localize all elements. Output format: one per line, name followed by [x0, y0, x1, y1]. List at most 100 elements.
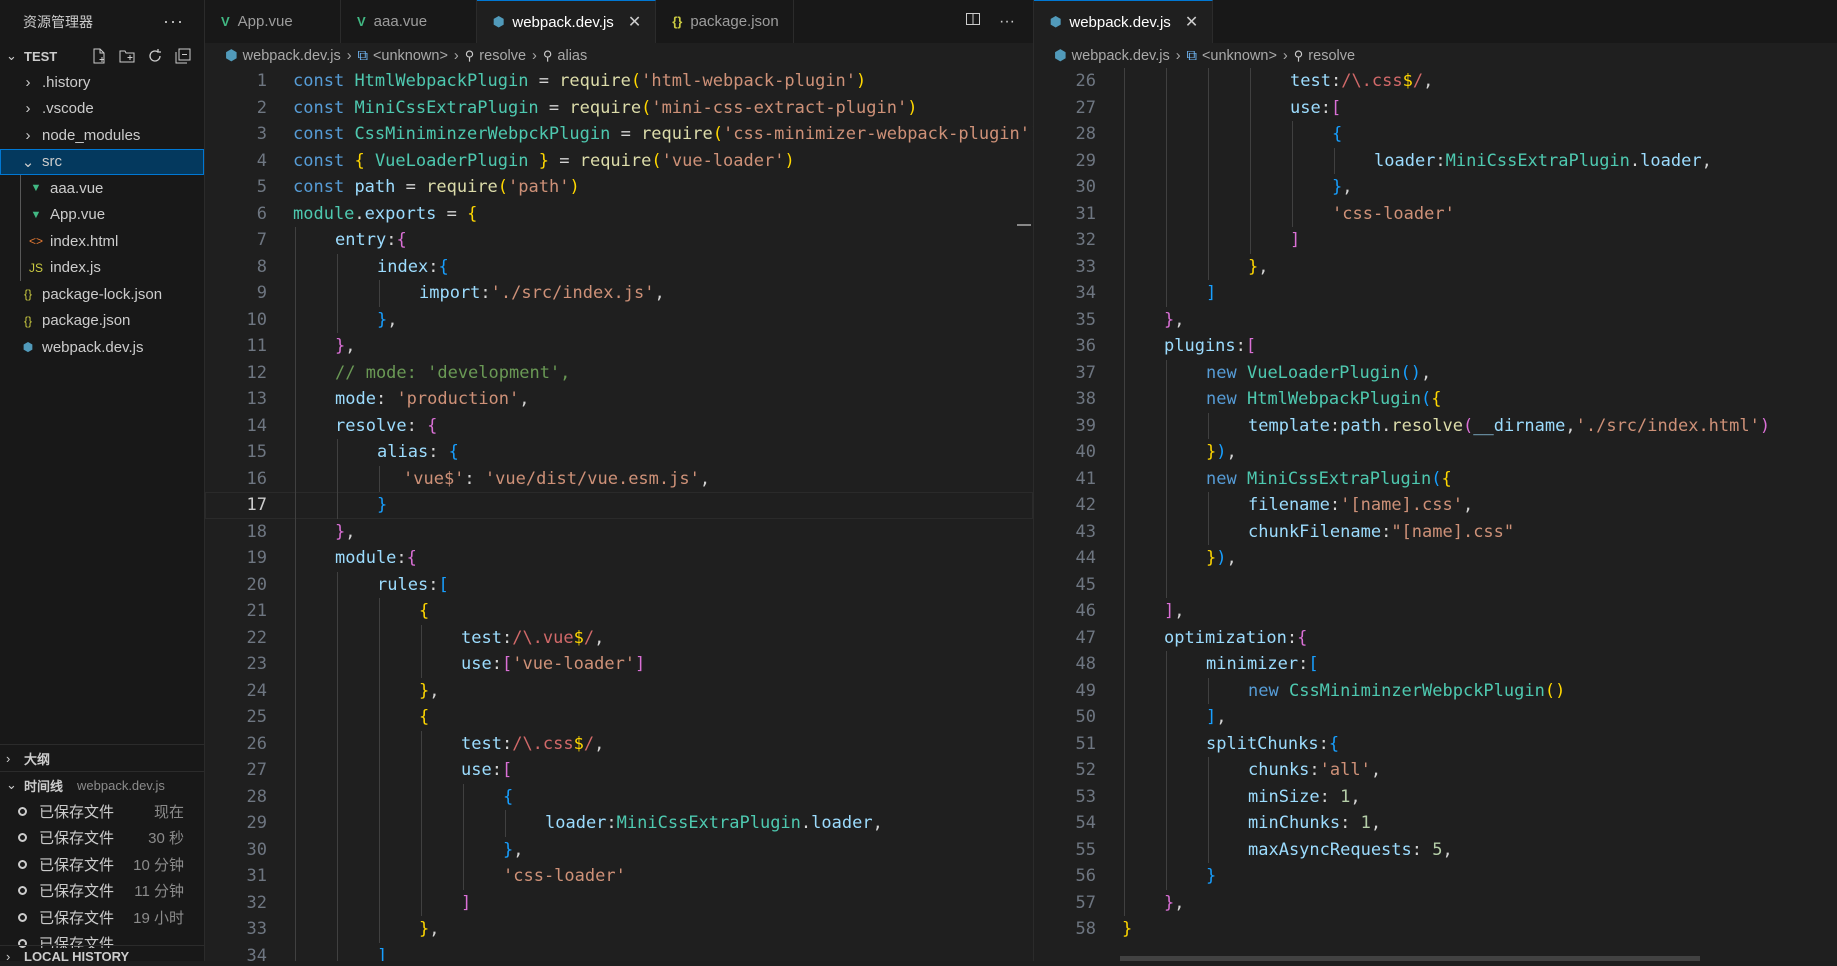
timeline-entry[interactable]: 已保存文件 11 分钟 — [0, 878, 204, 905]
code-line[interactable]: 31 'css-loader' — [205, 863, 1033, 890]
code-line[interactable]: 16 'vue$': 'vue/dist/vue.esm.js', — [205, 465, 1033, 492]
code-line[interactable]: 30}, — [205, 836, 1033, 863]
close-icon[interactable]: ✕ — [628, 12, 641, 32]
code-line[interactable]: 55 maxAsyncRequests: 5, — [1034, 836, 1837, 863]
code-line[interactable]: 1 const HtmlWebpackPlugin = require('html… — [205, 68, 1033, 95]
code-line[interactable]: 8 index:{ — [205, 253, 1033, 280]
code-line[interactable]: 10}, — [205, 306, 1033, 333]
timeline-section-header[interactable]: ⌄ 时间线 webpack.dev.js — [0, 772, 204, 798]
tree-item-package-lock-json[interactable]: {} package-lock.json — [0, 281, 204, 308]
code-line[interactable]: 33}, — [1034, 253, 1837, 280]
code-line[interactable]: 40}), — [1034, 439, 1837, 466]
code-line[interactable]: 56} — [1034, 863, 1837, 890]
more-actions-icon[interactable]: ··· — [163, 11, 184, 32]
code-line[interactable]: 18}, — [205, 518, 1033, 545]
code-line[interactable]: 26 test:/\.css$/, — [1034, 68, 1837, 95]
code-line[interactable]: 35}, — [1034, 306, 1837, 333]
tab-webpack-dev-js[interactable]: ⬢ webpack.dev.js ✕ — [1034, 0, 1214, 43]
code-line[interactable]: 38 new HtmlWebpackPlugin({ — [1034, 386, 1837, 413]
code-line[interactable]: 34] — [1034, 280, 1837, 307]
timeline-entry[interactable]: 已保存文件 30 秒 — [0, 825, 204, 852]
code-line[interactable]: 54 minChunks: 1, — [1034, 810, 1837, 837]
code-line[interactable]: 27 use:[ — [1034, 94, 1837, 121]
code-line[interactable]: 7 entry:{ — [205, 227, 1033, 254]
code-line[interactable]: 30}, — [1034, 174, 1837, 201]
breadcrumb-item[interactable]: ⚲ alias — [543, 48, 587, 64]
timeline-entry[interactable]: 已保存文件 10 分钟 — [0, 851, 204, 878]
workspace-header[interactable]: ⌄ TEST — [0, 43, 204, 69]
tree-item-src[interactable]: ⌄ src — [0, 148, 204, 175]
code-line[interactable]: 52 chunks:'all', — [1034, 757, 1837, 784]
breadcrumb-item[interactable]: ⚲ resolve — [1294, 48, 1355, 64]
code-line[interactable]: 39 template:path.resolve(__dirname,'./src… — [1034, 412, 1837, 439]
breadcrumb-item[interactable]: ⚲ resolve — [465, 48, 526, 64]
refresh-icon[interactable] — [146, 47, 164, 65]
breadcrumb-item[interactable]: ⧉ <unknown> — [1187, 48, 1277, 64]
code-line[interactable]: 19 module:{ — [205, 545, 1033, 572]
timeline-entry[interactable]: 已保存文件 现在 — [0, 798, 204, 825]
code-line[interactable]: 33}, — [205, 916, 1033, 943]
code-line[interactable]: 34] — [205, 942, 1033, 961]
code-line[interactable]: 28 { — [205, 783, 1033, 810]
tree-item-node-modules[interactable]: › node_modules — [0, 122, 204, 149]
code-line[interactable]: 5 const path = require('path') — [205, 174, 1033, 201]
tree-item-index-js[interactable]: JS index.js — [0, 254, 204, 281]
code-line[interactable]: 22 test:/\.vue$/, — [205, 624, 1033, 651]
tree-item-vscode[interactable]: › .vscode — [0, 96, 204, 123]
code-line[interactable]: 37 new VueLoaderPlugin(), — [1034, 359, 1837, 386]
code-line[interactable]: 20 rules:[ — [205, 571, 1033, 598]
code-line[interactable]: 15 alias: { — [205, 439, 1033, 466]
breadcrumb-item[interactable]: ⧉ <unknown> — [358, 48, 448, 64]
local-history-header[interactable]: › LOCAL HISTORY — [0, 946, 204, 966]
code-line[interactable]: 27 use:[ — [205, 757, 1033, 784]
code-line[interactable]: 36 plugins:[ — [1034, 333, 1837, 360]
tab-app-vue[interactable]: V App.vue — [205, 0, 341, 43]
code-line[interactable]: 28 { — [1034, 121, 1837, 148]
code-line[interactable]: 41 new MiniCssExtraPlugin({ — [1034, 465, 1837, 492]
breadcrumb-item[interactable]: ⬢ webpack.dev.js — [1054, 48, 1170, 64]
tree-item-webpack-dev-js[interactable]: ⬢ webpack.dev.js — [0, 334, 204, 361]
tree-item-index-html[interactable]: <> index.html — [0, 228, 204, 255]
code-line[interactable]: 25 { — [205, 704, 1033, 731]
code-line[interactable]: 49 new CssMiniminzerWebpckPlugin() — [1034, 677, 1837, 704]
code-line[interactable]: 42 filename:'[name].css', — [1034, 492, 1837, 519]
split-editor-icon[interactable] — [965, 11, 981, 32]
code-line[interactable]: 32] — [1034, 227, 1837, 254]
new-file-icon[interactable] — [90, 47, 108, 65]
code-line[interactable]: 50], — [1034, 704, 1837, 731]
code-line[interactable]: 43 chunkFilename:"[name].css" — [1034, 518, 1837, 545]
outline-section-header[interactable]: › 大纲 — [0, 745, 204, 771]
code-line[interactable]: 23 use:['vue-loader'] — [205, 651, 1033, 678]
breadcrumb-item[interactable]: ⬢ webpack.dev.js — [225, 48, 341, 64]
code-line[interactable]: 3 const CssMiniminzerWebpckPlugin = requi… — [205, 121, 1033, 148]
code-line[interactable]: 32] — [205, 889, 1033, 916]
code-line[interactable]: 21 { — [205, 598, 1033, 625]
code-line[interactable]: 48 minimizer:[ — [1034, 651, 1837, 678]
code-line[interactable]: 46], — [1034, 598, 1837, 625]
code-editor-left[interactable]: 1 const HtmlWebpackPlugin = require('html… — [205, 68, 1033, 961]
code-line[interactable]: 58} — [1034, 916, 1837, 943]
code-line[interactable]: 29 loader:MiniCssExtraPlugin.loader, — [205, 810, 1033, 837]
code-line[interactable]: 57}, — [1034, 889, 1837, 916]
code-line[interactable]: 31 'css-loader' — [1034, 200, 1837, 227]
code-line[interactable]: 47 optimization:{ — [1034, 624, 1837, 651]
code-line[interactable]: 53 minSize: 1, — [1034, 783, 1837, 810]
more-actions-icon[interactable]: ··· — [999, 13, 1015, 31]
tree-item-app-vue[interactable]: ▼ App.vue — [0, 201, 204, 228]
code-line[interactable]: 44}), — [1034, 545, 1837, 572]
code-editor-right[interactable]: 26 test:/\.css$/, 27 use:[28 {29 loader:MiniC… — [1034, 68, 1837, 943]
code-line[interactable]: 12 // mode: 'development', — [205, 359, 1033, 386]
code-line[interactable]: 45 — [1034, 571, 1837, 598]
code-line[interactable]: 29 loader:MiniCssExtraPlugin.loader, — [1034, 147, 1837, 174]
code-line[interactable]: 24}, — [205, 677, 1033, 704]
horizontal-scrollbar[interactable] — [1120, 956, 1700, 961]
code-line[interactable]: 13 mode: 'production', — [205, 386, 1033, 413]
code-line[interactable]: 2 const MiniCssExtraPlugin = require('min… — [205, 95, 1033, 122]
new-folder-icon[interactable] — [118, 47, 136, 65]
collapse-all-icon[interactable] — [174, 47, 192, 65]
code-line[interactable]: 26 test:/\.css$/, — [205, 730, 1033, 757]
tab-aaa-vue[interactable]: Vaaa.vue — [341, 0, 477, 43]
tab-webpack-dev-js[interactable]: ⬢ webpack.dev.js ✕ — [477, 0, 657, 43]
code-line[interactable]: 9 import:'./src/index.js', — [205, 280, 1033, 307]
tree-item-history[interactable]: › .history — [0, 69, 204, 96]
